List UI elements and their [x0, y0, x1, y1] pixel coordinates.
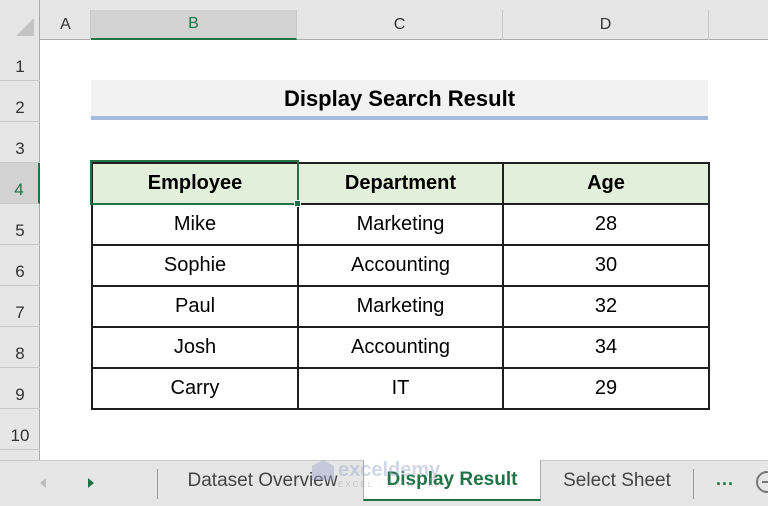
- table-row: Sophie Accounting 30: [91, 244, 710, 287]
- table-row: Josh Accounting 34: [91, 326, 710, 369]
- row-header-4[interactable]: 4: [0, 163, 40, 204]
- fill-handle[interactable]: [294, 200, 301, 207]
- row-header-3[interactable]: 3: [0, 122, 40, 163]
- row-header-1[interactable]: 1: [0, 40, 40, 81]
- column-header-d[interactable]: D: [503, 10, 709, 40]
- column-header-b[interactable]: B: [91, 10, 297, 40]
- cell-employee[interactable]: Paul: [91, 285, 299, 328]
- table-row: Mike Marketing 28: [91, 203, 710, 246]
- table-header-row: Employee Department Age: [91, 162, 710, 205]
- column-header-c[interactable]: C: [297, 10, 503, 40]
- header-age[interactable]: Age: [502, 162, 710, 205]
- cell-department[interactable]: Accounting: [297, 244, 504, 287]
- table-row: Paul Marketing 32: [91, 285, 710, 328]
- tab-display-result[interactable]: Display Result: [363, 460, 541, 501]
- cell-employee[interactable]: Josh: [91, 326, 299, 369]
- tab-select-sheet[interactable]: Select Sheet: [543, 461, 691, 501]
- row-header-5[interactable]: 5: [0, 204, 40, 245]
- column-header-bar: A B C D: [0, 0, 768, 40]
- cell-employee[interactable]: Mike: [91, 203, 299, 246]
- cell-employee[interactable]: Sophie: [91, 244, 299, 287]
- employee-table: Employee Department Age Mike Marketing 2…: [91, 162, 710, 410]
- row-header-7[interactable]: 7: [0, 286, 40, 327]
- cell-department[interactable]: Accounting: [297, 326, 504, 369]
- tab-separator: [157, 469, 158, 499]
- cell-department[interactable]: Marketing: [297, 285, 504, 328]
- cell-age[interactable]: 34: [502, 326, 710, 369]
- row-header-bar: 1 2 3 4 5 6 7 8 9 10: [0, 40, 40, 460]
- cell-age[interactable]: 28: [502, 203, 710, 246]
- cell-department[interactable]: Marketing: [297, 203, 504, 246]
- sheet-tab-bar: Dataset Overview Display Result Select S…: [0, 460, 768, 506]
- header-employee[interactable]: Employee: [91, 162, 299, 205]
- cell-age[interactable]: 29: [502, 367, 710, 410]
- row-header-8[interactable]: 8: [0, 327, 40, 368]
- new-sheet-icon[interactable]: [756, 471, 768, 493]
- row-header-6[interactable]: 6: [0, 245, 40, 286]
- cell-department[interactable]: IT: [297, 367, 504, 410]
- cell-age[interactable]: 32: [502, 285, 710, 328]
- tab-separator: [693, 469, 694, 499]
- select-all-button[interactable]: [0, 0, 40, 40]
- more-tabs-button[interactable]: ...: [716, 469, 734, 490]
- tab-dataset-overview[interactable]: Dataset Overview: [165, 461, 360, 501]
- cell-age[interactable]: 30: [502, 244, 710, 287]
- row-header-9[interactable]: 9: [0, 368, 40, 409]
- scroll-tabs-right-icon[interactable]: [88, 478, 94, 488]
- select-all-triangle-icon: [16, 18, 34, 36]
- scroll-tabs-left-icon[interactable]: [40, 478, 46, 488]
- table-row: Carry IT 29: [91, 367, 710, 410]
- column-header-e[interactable]: [709, 10, 768, 40]
- column-header-a[interactable]: A: [41, 10, 91, 40]
- cell-employee[interactable]: Carry: [91, 367, 299, 410]
- header-department[interactable]: Department: [297, 162, 504, 205]
- row-header-2[interactable]: 2: [0, 81, 40, 122]
- row-header-10[interactable]: 10: [0, 409, 40, 450]
- sheet-title[interactable]: Display Search Result: [91, 80, 708, 120]
